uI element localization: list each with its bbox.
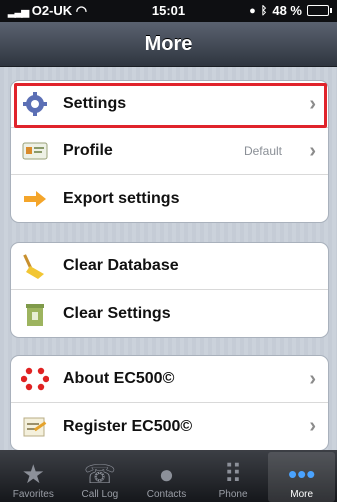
tab-label: Call Log [81,489,119,500]
battery-percent: 48 % [272,3,302,18]
call-log-icon: ☏ [83,459,117,489]
tab-bar: ★ Favorites ☏ Call Log ● Contacts ⠿ Phon… [0,450,337,502]
tab-contacts[interactable]: ● Contacts [133,450,200,502]
tab-label: Contacts [146,489,187,500]
more-icon: ••• [288,459,316,489]
battery-icon [307,5,332,16]
tab-more[interactable]: ••• More [268,452,335,502]
row-label: Clear Database [63,257,179,274]
tab-label: Favorites [12,489,54,500]
page-title: More [144,33,193,55]
tab-call-log[interactable]: ☏ Call Log [67,450,134,502]
row-label: About EC500© [63,370,175,387]
row-label: Clear Settings [63,304,171,322]
lock-rotation-icon: ● [249,4,256,17]
about-group: About EC500© › Register EC500© › [10,355,329,451]
profile-value: Default [243,144,282,158]
bluetooth-icon: ᛒ [260,4,268,17]
row-clear-database[interactable]: Clear Database [11,243,328,290]
tab-phone[interactable]: ⠿ Phone [200,450,267,502]
contacts-icon: ● [158,459,175,489]
profile-card-icon [21,137,49,165]
row-clear-settings[interactable]: Clear Settings [11,290,328,337]
tab-favorites[interactable]: ★ Favorites [0,450,67,502]
chevron-right-icon: › [309,139,316,162]
keypad-icon: ⠿ [223,459,243,489]
star-icon: ★ [21,459,45,489]
row-label: Profile [63,142,113,159]
status-bar: ▂▃▅ O2-UK ◠ 15:01 ● ᛒ 48 % [0,0,337,22]
export-arrow-icon [21,185,49,213]
row-profile[interactable]: Profile Default › [11,128,328,175]
register-pen-icon [21,413,49,441]
clear-group: Clear Database Clear Settings [10,242,329,338]
row-export-settings[interactable]: Export settings [11,175,328,222]
trash-icon [21,300,49,328]
row-label: Register EC500© [63,417,193,435]
broom-icon [21,252,49,280]
tab-label: More [290,489,314,500]
chevron-right-icon: › [309,415,316,437]
row-register[interactable]: Register EC500© › [11,403,328,450]
tab-label: Phone [218,489,248,500]
row-about[interactable]: About EC500© › [11,356,328,403]
highlight-box [14,83,327,128]
dots-logo-icon [21,365,49,393]
chevron-right-icon: › [309,367,316,390]
row-label: Export settings [63,189,180,207]
navigation-bar: More [0,22,337,67]
